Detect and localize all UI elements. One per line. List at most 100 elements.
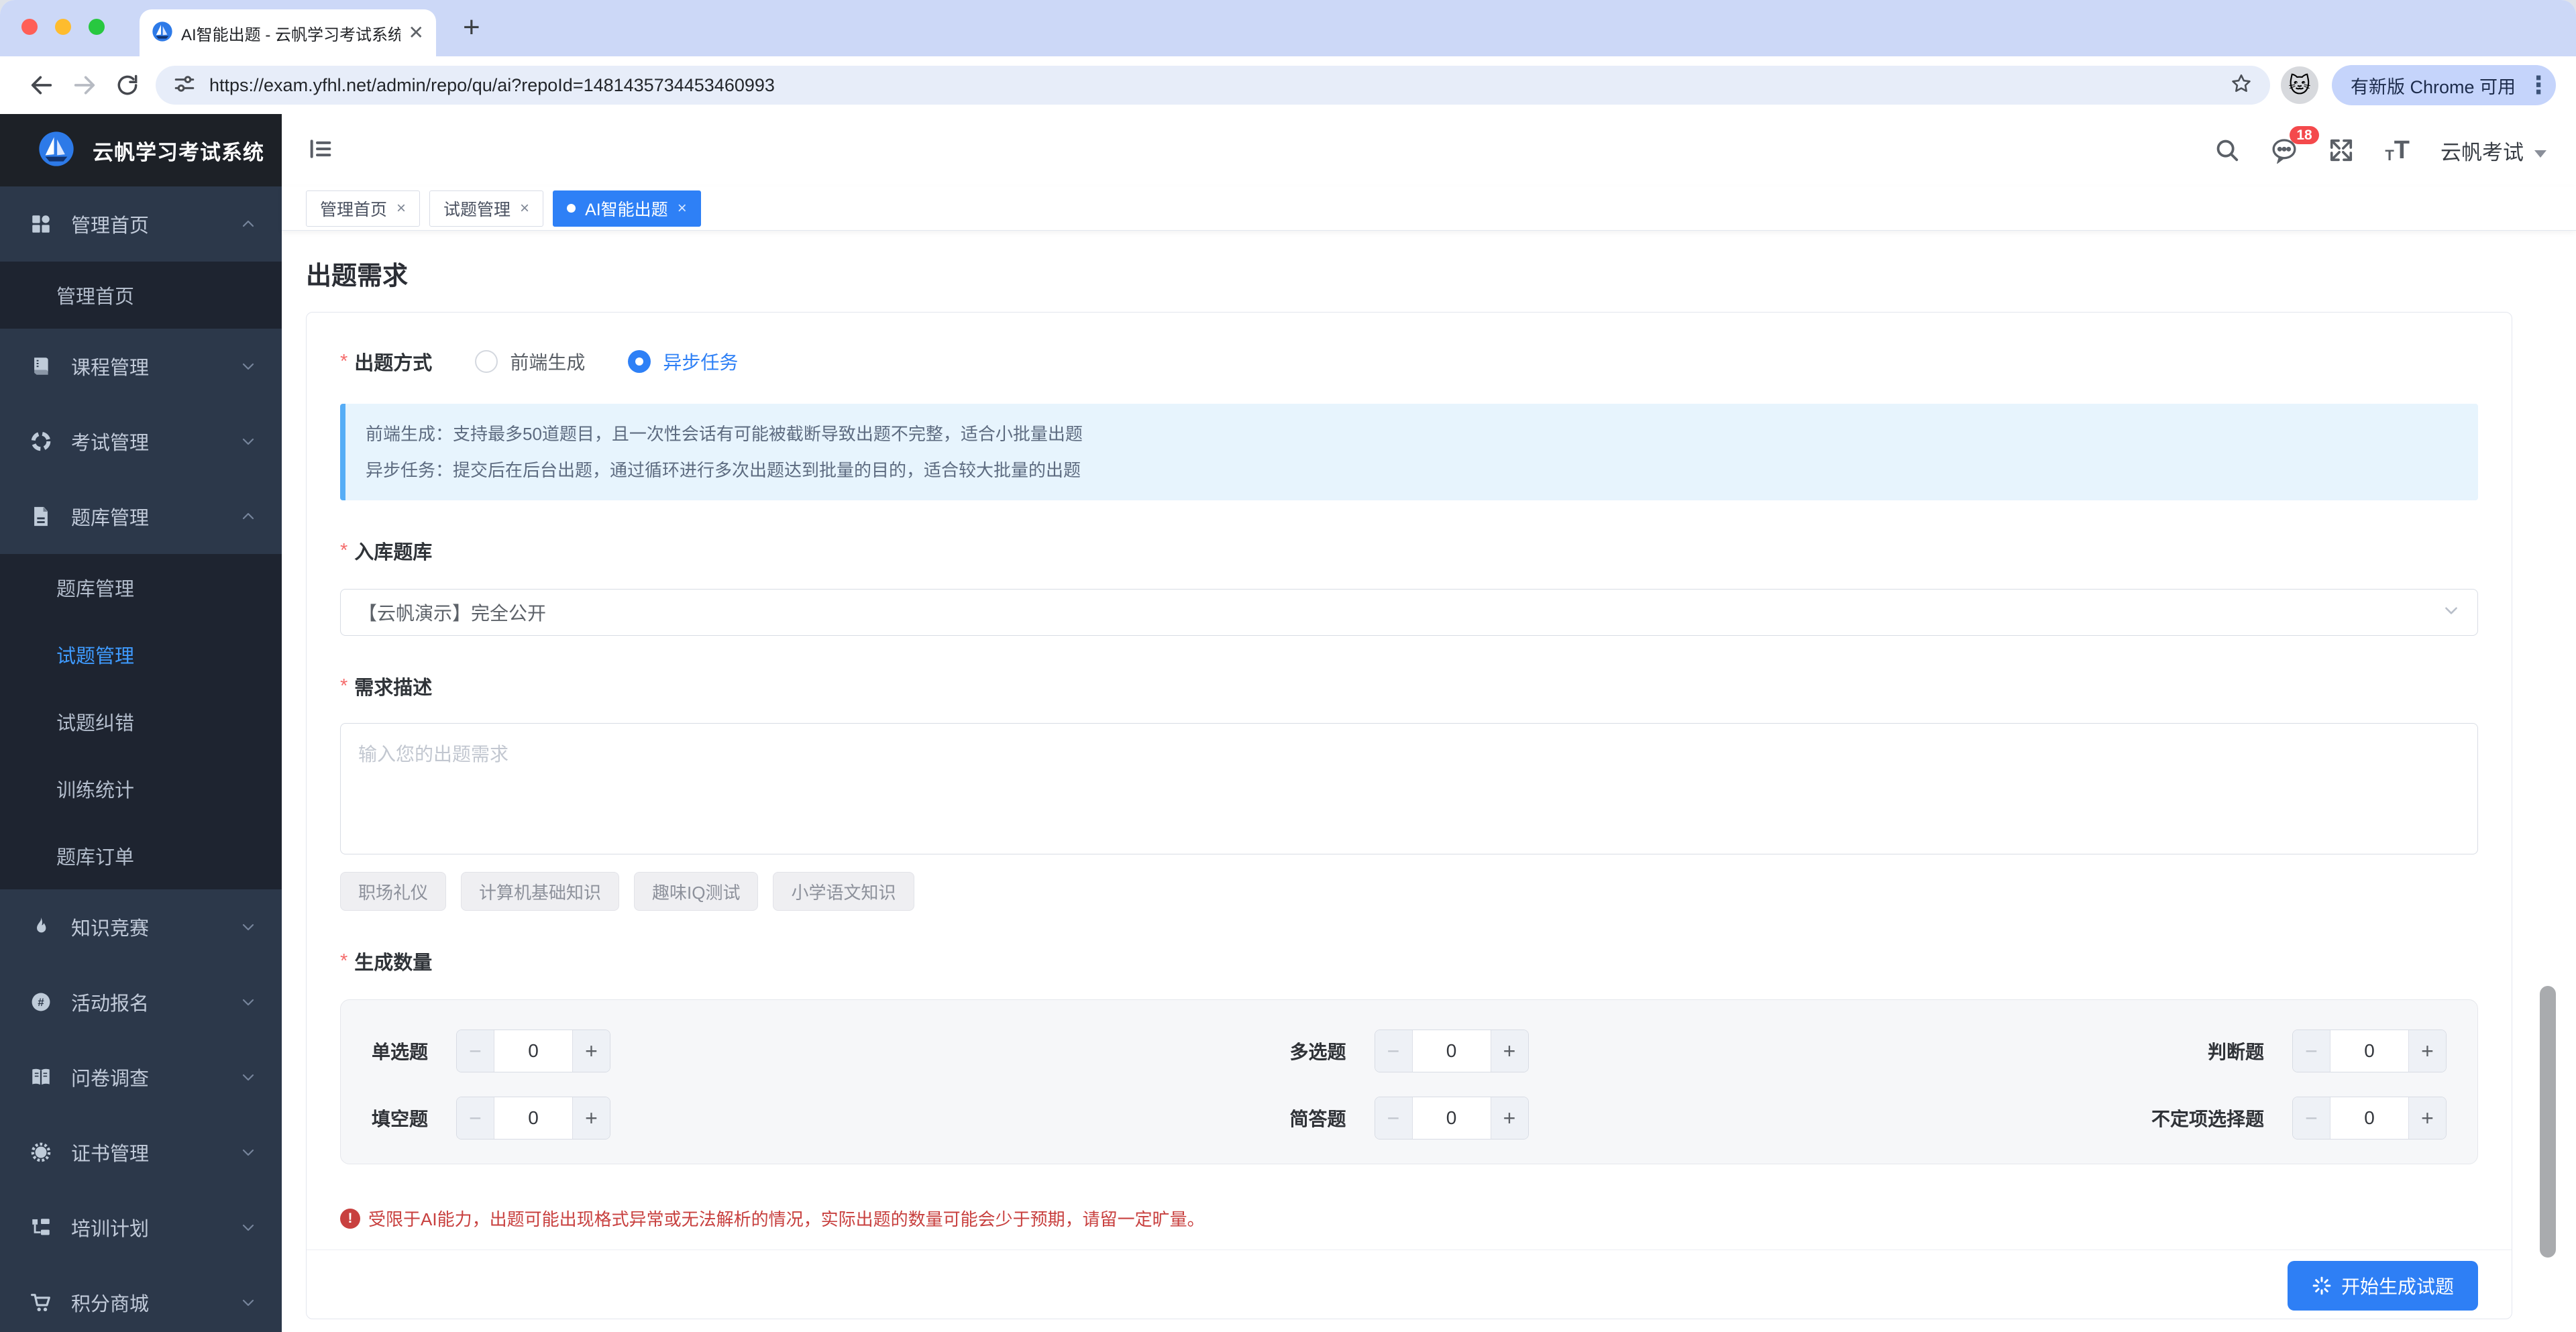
decrease-button[interactable]: −: [457, 1097, 495, 1139]
select-caret-icon: [2443, 602, 2460, 624]
radio-icon: [628, 350, 651, 373]
stepper-value[interactable]: 0: [494, 1097, 572, 1139]
decrease-button[interactable]: −: [1375, 1030, 1413, 1072]
app-title: 云帆学习考试系统: [93, 140, 264, 164]
page-title: 出题需求: [306, 262, 409, 290]
close-tag-icon[interactable]: ×: [520, 200, 529, 217]
browser-tab-title: AI智能出题 - 云帆学习考试系统: [181, 25, 400, 44]
browser-menu-icon[interactable]: ⋮: [2526, 71, 2551, 99]
sidebar-item-0[interactable]: 管理首页: [0, 186, 282, 262]
flame-icon: [30, 915, 52, 938]
profile-avatar[interactable]: 🐱: [2280, 66, 2318, 104]
increase-button[interactable]: +: [572, 1030, 610, 1072]
back-icon[interactable]: [20, 72, 63, 99]
stepper-value[interactable]: 0: [494, 1030, 572, 1072]
chevron-down-icon: [240, 1069, 256, 1085]
decrease-button[interactable]: −: [457, 1030, 495, 1072]
suggestion-chip[interactable]: 计算机基础知识: [461, 872, 620, 911]
number-stepper: −0 +: [2292, 1097, 2447, 1140]
sidebar-item-1[interactable]: 课程管理: [0, 329, 282, 404]
view-tag-label: AI智能出题: [585, 200, 668, 219]
sidebar-subitem[interactable]: 题库订单: [0, 822, 282, 889]
count-type-label: 多选题: [1289, 1042, 1346, 1062]
sidebar-subitem[interactable]: 管理首页: [0, 262, 282, 329]
browser-tab[interactable]: AI智能出题 - 云帆学习考试系统 ✕: [140, 9, 436, 56]
stepper-value[interactable]: 0: [2330, 1030, 2408, 1072]
sidebar-item-5[interactable]: # 活动报名: [0, 964, 282, 1040]
decrease-button[interactable]: −: [2293, 1030, 2330, 1072]
reload-icon[interactable]: [106, 72, 149, 98]
sidebar-item-label: 考试管理: [71, 433, 150, 454]
chevron-down-icon: [240, 919, 256, 935]
search-icon[interactable]: [2214, 137, 2240, 163]
new-tab-button[interactable]: +: [463, 11, 480, 44]
desc-textarea[interactable]: [340, 723, 2478, 854]
repo-select[interactable]: 【云帆演示】完全公开: [340, 589, 2478, 636]
increase-button[interactable]: +: [572, 1097, 610, 1139]
stepper-value[interactable]: 0: [2330, 1097, 2408, 1139]
url-bar[interactable]: https://exam.yfhl.net/admin/repo/qu/ai?r…: [156, 66, 2270, 105]
sidebar-item-4[interactable]: 知识竞赛: [0, 889, 282, 964]
sidebar-item-6[interactable]: 问卷调查: [0, 1040, 282, 1115]
sidebar-subitem[interactable]: 训练统计: [0, 755, 282, 822]
messages-icon[interactable]: 18: [2271, 126, 2319, 164]
app-root: 云帆学习考试系统 管理首页 管理首页 课程管理 考试管理 题库管理 题库管理 试题管理 试题纠…: [0, 114, 2576, 1332]
chevron-down-icon: [240, 1219, 256, 1235]
sidebar-subitem[interactable]: 题库管理: [0, 554, 282, 621]
required-star: *: [340, 539, 348, 561]
page-scrollbar-thumb[interactable]: [2540, 986, 2556, 1258]
increase-button[interactable]: +: [1490, 1097, 1528, 1139]
increase-button[interactable]: +: [2408, 1030, 2446, 1072]
view-tag[interactable]: 管理首页 ×: [306, 190, 421, 227]
stepper-value[interactable]: 0: [1413, 1097, 1491, 1139]
count-type-label: 填空题: [372, 1109, 429, 1129]
generate-questions-button[interactable]: 开始生成试题: [2287, 1261, 2478, 1311]
font-size-icon[interactable]: TT: [2385, 137, 2410, 163]
points-mall-icon: [30, 1291, 52, 1314]
sidebar-subitem[interactable]: 试题管理: [0, 621, 282, 688]
chevron-down-icon: [240, 1294, 256, 1311]
number-stepper: −0 +: [1374, 1097, 1529, 1140]
count-cell: 单选题 −0 +: [372, 1030, 1063, 1072]
decrease-button[interactable]: −: [1375, 1097, 1413, 1139]
sidebar-item-8[interactable]: 培训计划: [0, 1190, 282, 1265]
stepper-value[interactable]: 0: [1413, 1030, 1491, 1072]
sidebar-submenu: 管理首页: [0, 262, 282, 329]
url-text[interactable]: https://exam.yfhl.net/admin/repo/qu/ai?r…: [209, 75, 2216, 96]
close-tag-icon[interactable]: ×: [396, 200, 406, 217]
sidebar-item-3[interactable]: 题库管理: [0, 479, 282, 554]
site-settings-icon[interactable]: [173, 72, 196, 99]
zoom-window-button[interactable]: [89, 19, 105, 35]
minimize-window-button[interactable]: [55, 19, 71, 35]
required-star: *: [340, 350, 348, 372]
suggestion-chip[interactable]: 小学语文知识: [773, 872, 914, 911]
close-window-button[interactable]: [21, 19, 38, 35]
view-tag[interactable]: AI智能出题 ×: [553, 190, 701, 227]
chevron-down-icon: [240, 994, 256, 1010]
close-tag-icon[interactable]: ×: [678, 200, 687, 217]
collapse-sidebar-icon[interactable]: [307, 135, 334, 166]
sidebar-item-label: 管理首页: [71, 215, 150, 237]
count-type-label: 判断题: [2207, 1042, 2264, 1062]
chevron-down-icon: [240, 433, 256, 449]
radio-icon: [475, 350, 498, 373]
tab-close-icon[interactable]: ✕: [409, 23, 424, 42]
info-alert: 前端生成：支持最多50道题目，且一次性会话有可能被截断导致出题不完整，适合小批量…: [340, 404, 2478, 500]
fullscreen-icon[interactable]: [2328, 137, 2354, 163]
increase-button[interactable]: +: [1490, 1030, 1528, 1072]
sidebar-item-2[interactable]: 考试管理: [0, 404, 282, 479]
method-radio[interactable]: 异步任务: [628, 348, 738, 375]
chrome-update-button[interactable]: 有新版 Chrome 可用 ⋮: [2331, 65, 2556, 105]
sidebar-subitem[interactable]: 试题纠错: [0, 688, 282, 755]
decrease-button[interactable]: −: [2293, 1097, 2330, 1139]
method-radio[interactable]: 前端生成: [475, 348, 585, 375]
view-tag[interactable]: 试题管理 ×: [429, 190, 544, 227]
bookmark-star-icon[interactable]: [2230, 72, 2253, 99]
sidebar-item-9[interactable]: 积分商城: [0, 1265, 282, 1332]
suggestion-chip[interactable]: 趣味IQ测试: [634, 872, 759, 911]
suggestion-chip[interactable]: 职场礼仪: [340, 872, 447, 911]
sidebar-item-7[interactable]: 证书管理: [0, 1115, 282, 1190]
user-menu[interactable]: 云帆考试: [2440, 135, 2546, 166]
increase-button[interactable]: +: [2408, 1097, 2446, 1139]
dashboard-grid-icon: [30, 213, 52, 235]
